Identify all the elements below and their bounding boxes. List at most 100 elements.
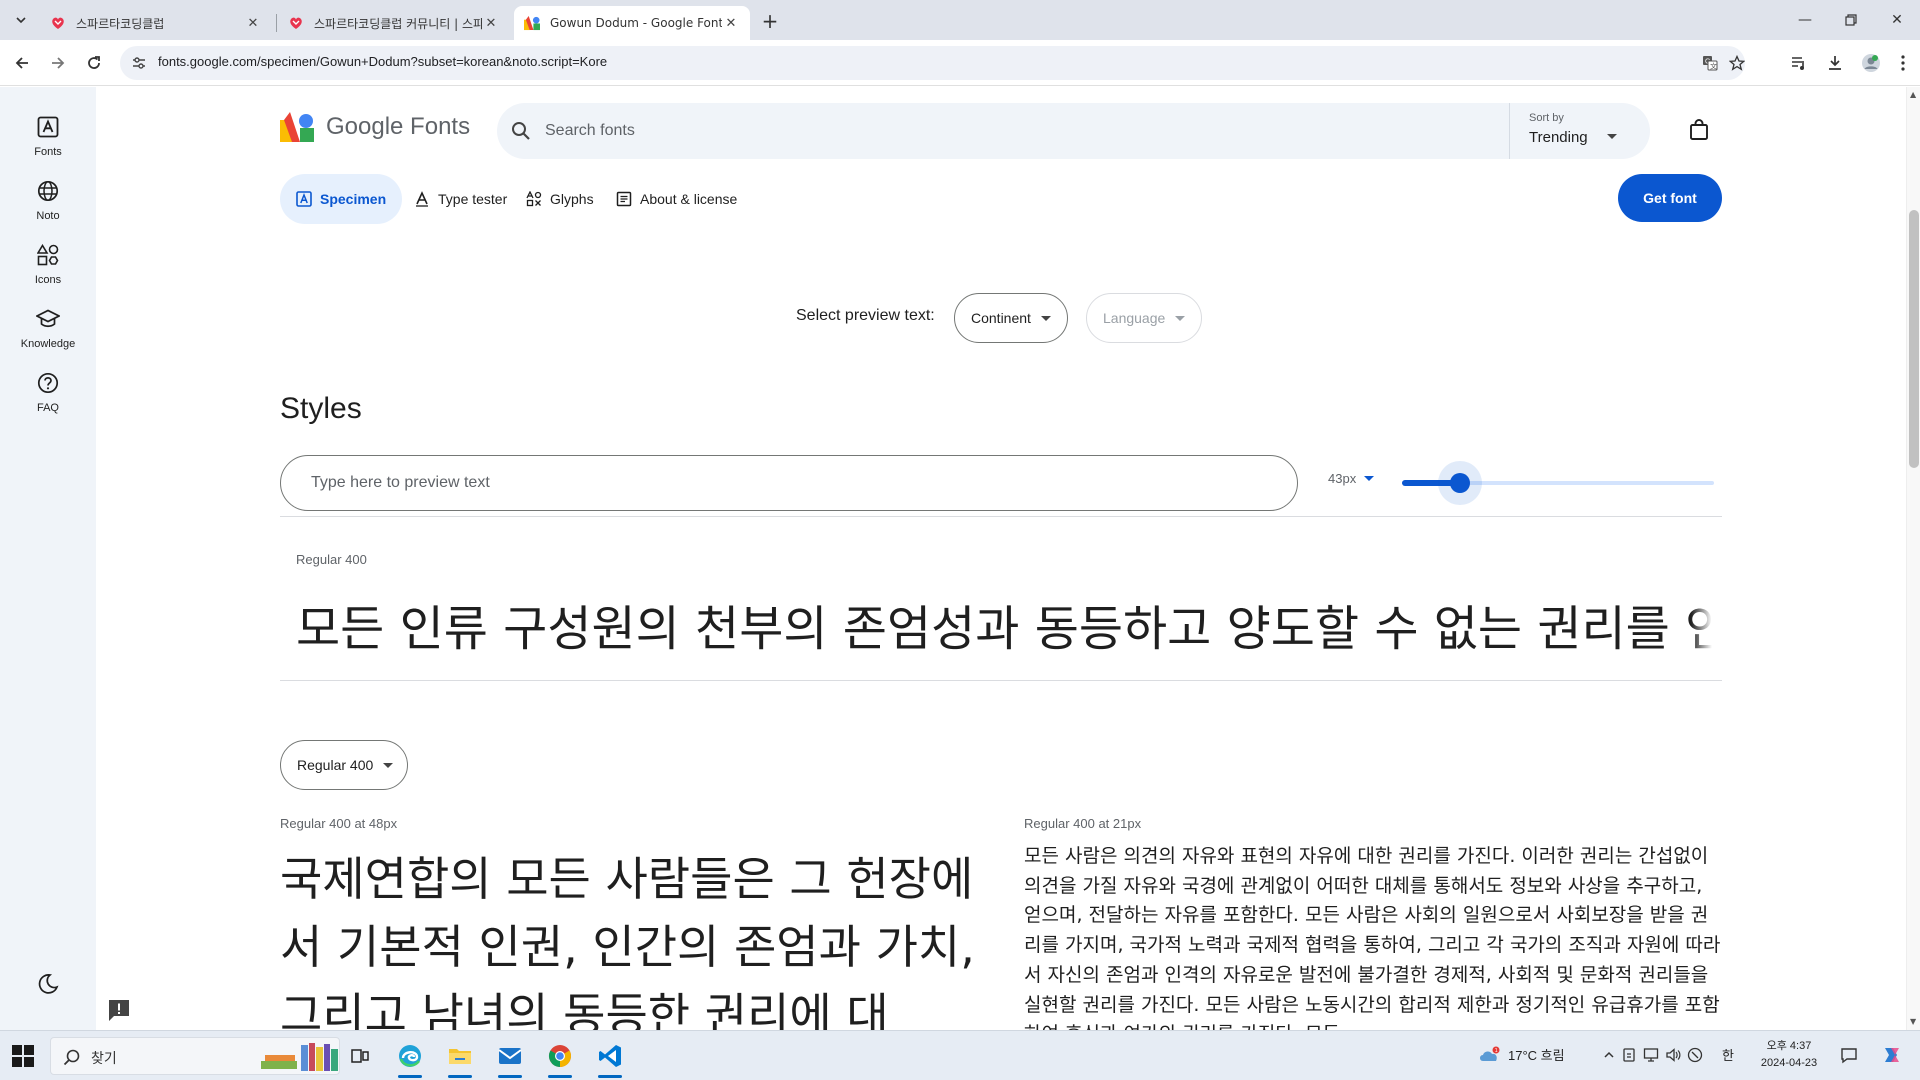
notification-icon[interactable] bbox=[1686, 1046, 1704, 1064]
arrow-left-icon bbox=[15, 57, 28, 69]
tab-about-license[interactable]: About & license bbox=[600, 174, 753, 224]
downloads-button[interactable] bbox=[1821, 49, 1849, 77]
task-view-button[interactable] bbox=[344, 1040, 376, 1072]
new-tab-button[interactable]: + bbox=[757, 8, 783, 34]
reload-button[interactable] bbox=[80, 49, 108, 77]
minimize-button[interactable]: — bbox=[1782, 0, 1828, 40]
chevron-down-icon bbox=[1040, 315, 1051, 321]
tab-type-tester[interactable]: Type tester bbox=[398, 174, 523, 224]
edge-taskbar-button[interactable] bbox=[394, 1040, 426, 1078]
rail-item-faq[interactable]: FAQ bbox=[0, 368, 96, 414]
network-icon[interactable] bbox=[1642, 1046, 1660, 1064]
divider bbox=[280, 516, 1722, 517]
brand-name: Google Fonts bbox=[326, 113, 471, 140]
continent-select[interactable]: Continent bbox=[954, 293, 1068, 343]
scroll-down-arrow-icon[interactable]: ▼ bbox=[1910, 1017, 1916, 1026]
tab-search-button[interactable] bbox=[8, 7, 34, 33]
site-settings-icon[interactable] bbox=[128, 52, 150, 74]
browser-tab[interactable]: 스파르타코딩클럽 커뮤니티 | 스파르타 ✕ bbox=[278, 6, 510, 40]
font-size-select[interactable]: 43px bbox=[1328, 471, 1375, 486]
chevron-up-icon[interactable] bbox=[1600, 1046, 1618, 1064]
sparta-favicon-icon bbox=[50, 15, 66, 31]
close-icon[interactable]: ✕ bbox=[244, 14, 262, 32]
browser-toolbar: fonts.google.com/specimen/Gowun+Dodum?su… bbox=[0, 40, 1920, 86]
system-clock[interactable]: 오후 4:37 2024-04-23 bbox=[1754, 1038, 1824, 1072]
copilot-icon[interactable] bbox=[1880, 1046, 1904, 1064]
ime-indicator[interactable]: 한 bbox=[1722, 1045, 1734, 1064]
tab-label: Type tester bbox=[438, 191, 508, 207]
font-size-value: 43px bbox=[1328, 471, 1357, 486]
dark-mode-toggle[interactable] bbox=[36, 972, 60, 996]
vscode-taskbar-button[interactable] bbox=[594, 1040, 626, 1078]
chevron-down-icon bbox=[16, 17, 26, 24]
bookmark-star-icon[interactable] bbox=[1725, 51, 1749, 75]
close-icon[interactable]: ✕ bbox=[482, 14, 500, 32]
mail-taskbar-button[interactable] bbox=[494, 1040, 526, 1078]
close-window-button[interactable]: ✕ bbox=[1874, 0, 1920, 40]
rail-label: Icons bbox=[34, 274, 62, 286]
rail-item-knowledge[interactable]: Knowledge bbox=[0, 304, 96, 350]
file-explorer-taskbar-button[interactable] bbox=[444, 1040, 476, 1078]
profile-button[interactable] bbox=[1857, 49, 1885, 77]
chrome-taskbar-button[interactable] bbox=[544, 1040, 576, 1078]
google-fonts-logo[interactable]: Google Fonts bbox=[280, 112, 470, 142]
graduation-cap-icon bbox=[33, 304, 63, 334]
menu-button[interactable] bbox=[1893, 49, 1913, 77]
media-control-button[interactable] bbox=[1785, 49, 1813, 77]
translate-icon[interactable]: G文 bbox=[1698, 51, 1722, 75]
search-bar[interactable]: Sort by Trending bbox=[497, 103, 1650, 159]
download-icon bbox=[1829, 56, 1841, 70]
slider-thumb[interactable] bbox=[1450, 473, 1470, 493]
address-bar[interactable]: fonts.google.com/specimen/Gowun+Dodum?su… bbox=[120, 46, 1745, 80]
scroll-up-arrow-icon[interactable]: ▲ bbox=[1910, 90, 1916, 99]
sort-select[interactable]: Trending bbox=[1529, 129, 1588, 146]
taskbar-search[interactable]: 찾기 bbox=[50, 1037, 340, 1075]
weather-text[interactable]: 17°C 흐림 bbox=[1508, 1045, 1565, 1064]
google-fonts-favicon-icon bbox=[524, 15, 540, 31]
browser-tab[interactable]: 스파르타코딩클럽 ✕ bbox=[40, 6, 272, 40]
tab-title: 스파르타코딩클럽 커뮤니티 | 스파르타 bbox=[314, 16, 482, 31]
action-center-icon[interactable] bbox=[1840, 1046, 1858, 1064]
feedback-icon[interactable] bbox=[106, 997, 132, 1023]
chevron-down-icon bbox=[1175, 315, 1186, 321]
shopping-bag-icon[interactable] bbox=[1687, 118, 1711, 142]
search-input[interactable] bbox=[545, 103, 1495, 159]
tab-title: Gowun Dodum - Google Fonts bbox=[550, 16, 722, 30]
scrollbar-thumb[interactable] bbox=[1909, 210, 1919, 468]
moon-icon bbox=[38, 974, 59, 994]
taskbar-search-text: 찾기 bbox=[91, 1051, 117, 1067]
preview-text-input[interactable] bbox=[311, 456, 1261, 510]
specimen-icon bbox=[296, 191, 312, 207]
onedrive-icon[interactable] bbox=[1620, 1046, 1638, 1064]
help-circle-icon bbox=[33, 368, 63, 398]
preview-text-label: Select preview text: bbox=[796, 307, 935, 324]
weather-icon[interactable]: 1 bbox=[1476, 1046, 1502, 1064]
page-scrollbar[interactable]: ▲ ▼ bbox=[1906, 87, 1920, 1030]
windows-start-icon[interactable] bbox=[10, 1043, 36, 1069]
font-size-slider[interactable] bbox=[1402, 455, 1722, 511]
get-font-button[interactable]: Get font bbox=[1618, 174, 1722, 222]
rail-item-icons[interactable]: Icons bbox=[0, 240, 96, 286]
rail-item-noto[interactable]: Noto bbox=[0, 176, 96, 222]
clock-date: 2024-04-23 bbox=[1760, 1057, 1818, 1069]
clock-time: 오후 4:37 bbox=[1766, 1040, 1812, 1052]
large-sample-caption: Regular 400 at 48px bbox=[280, 816, 398, 831]
preview-text-field[interactable] bbox=[280, 455, 1298, 511]
weight-select[interactable]: Regular 400 bbox=[280, 740, 409, 790]
forward-button[interactable] bbox=[44, 49, 72, 77]
fonts-icon bbox=[33, 112, 63, 142]
tab-glyphs[interactable]: Glyphs bbox=[510, 174, 610, 224]
tab-title: 스파르타코딩클럽 bbox=[76, 16, 165, 31]
chevron-down-icon[interactable] bbox=[1607, 134, 1617, 139]
books-illustration-icon bbox=[261, 1043, 338, 1071]
language-select[interactable]: Language bbox=[1086, 293, 1203, 343]
folder-icon bbox=[449, 1049, 471, 1064]
rail-item-fonts[interactable]: Fonts bbox=[0, 112, 96, 158]
style-preview-text[interactable]: 모든 인류 구성원의 천부의 존엄성과 동등하고 양도할 수 없는 권리를 인정… bbox=[296, 589, 1712, 659]
close-icon[interactable]: ✕ bbox=[722, 14, 740, 32]
restore-button[interactable] bbox=[1828, 0, 1874, 40]
back-button[interactable] bbox=[8, 49, 36, 77]
browser-tab-active[interactable]: Gowun Dodum - Google Fonts ✕ bbox=[514, 6, 750, 40]
tab-specimen[interactable]: Specimen bbox=[280, 174, 403, 224]
volume-icon[interactable] bbox=[1664, 1046, 1682, 1064]
